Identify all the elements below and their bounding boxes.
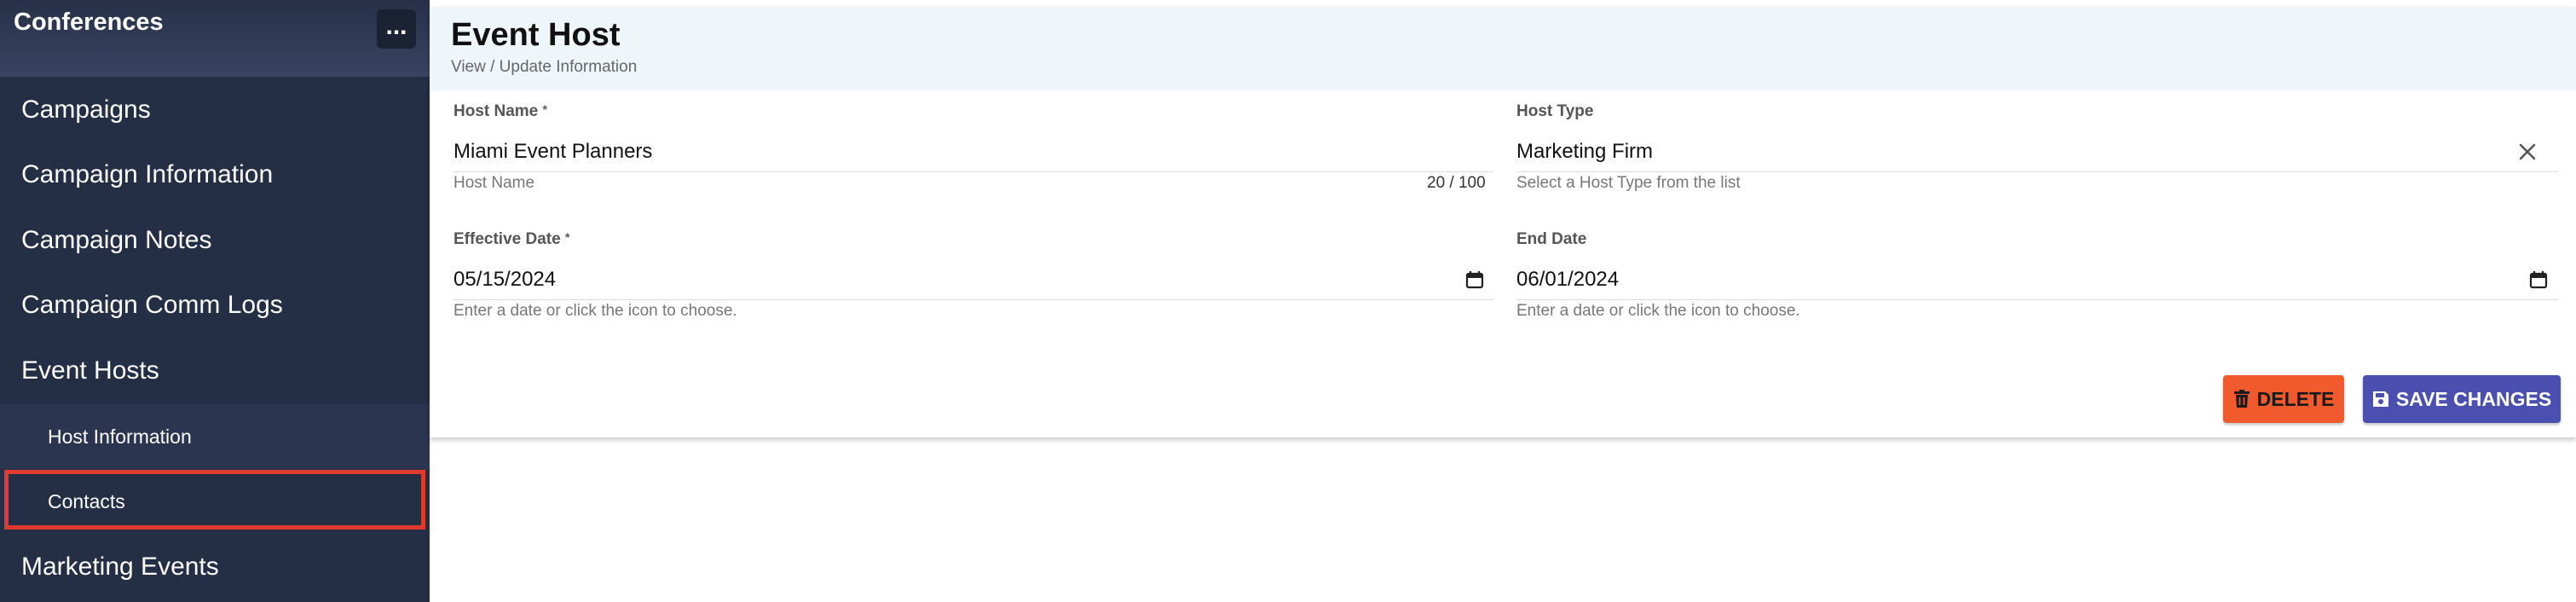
save-changes-label: SAVE CHANGES: [2395, 387, 2552, 410]
sidebar-item-campaign-information[interactable]: Campaign Information: [0, 142, 430, 207]
effective-date-underline: [453, 299, 1493, 300]
delete-button[interactable]: DELETE: [2223, 375, 2344, 423]
delete-button-label: DELETE: [2256, 387, 2335, 410]
sidebar-item-event-hosts[interactable]: Event Hosts: [0, 339, 430, 403]
sidebar-item-campaign-comm-logs[interactable]: Campaign Comm Logs: [0, 273, 430, 338]
card-header: Event Host View / Update Information: [430, 7, 2576, 90]
host-type-select[interactable]: Marketing Firm: [1516, 140, 2497, 164]
effective-date-label: Effective Date *: [453, 230, 569, 249]
effective-date-hint: Enter a date or click the icon to choose…: [453, 302, 737, 320]
host-name-underline: [453, 171, 1493, 172]
sidebar-subitem-host-information[interactable]: Host Information: [0, 404, 430, 469]
highlight-box: [4, 470, 425, 530]
effective-date-label-text: Effective Date: [453, 230, 561, 248]
page-title: Event Host: [451, 17, 621, 53]
host-name-counter: 20 / 100: [1427, 174, 1486, 192]
host-name-hint: Host Name: [453, 174, 535, 192]
sidebar: Conferences ... Campaigns Campaign Infor…: [0, 0, 430, 602]
host-type-hint: Select a Host Type from the list: [1516, 174, 1741, 192]
host-name-label: Host Name *: [453, 102, 547, 121]
close-icon[interactable]: [2517, 142, 2538, 162]
required-mark: *: [564, 230, 570, 244]
event-host-card: Event Host View / Update Information Hos…: [430, 7, 2576, 437]
host-type-underline: [1516, 171, 2558, 172]
page-subtitle: View / Update Information: [451, 58, 638, 76]
save-icon: [2372, 391, 2388, 407]
calendar-icon[interactable]: [1464, 269, 1485, 290]
end-date-hint: Enter a date or click the icon to choose…: [1516, 302, 1800, 320]
trash-icon: [2233, 390, 2250, 408]
calendar-icon[interactable]: [2528, 269, 2549, 290]
more-options-button[interactable]: ...: [377, 9, 416, 49]
required-mark: *: [542, 102, 547, 116]
host-type-label: Host Type: [1516, 102, 1594, 120]
save-changes-button[interactable]: SAVE CHANGES: [2363, 375, 2561, 423]
sidebar-item-campaign-notes[interactable]: Campaign Notes: [0, 208, 430, 273]
sidebar-item-marketing-events[interactable]: Marketing Events: [0, 535, 430, 599]
host-name-label-text: Host Name: [453, 102, 539, 120]
sidebar-title: Conferences: [14, 9, 164, 36]
sidebar-item-campaigns[interactable]: Campaigns: [0, 78, 430, 142]
end-date-underline: [1516, 299, 2558, 300]
sidebar-header: Conferences ...: [0, 0, 430, 77]
host-name-input[interactable]: Miami Event Planners: [453, 140, 1476, 164]
effective-date-input[interactable]: 05/15/2024: [453, 268, 1434, 292]
end-date-label: End Date: [1516, 230, 1587, 248]
end-date-input[interactable]: 06/01/2024: [1516, 268, 2497, 292]
